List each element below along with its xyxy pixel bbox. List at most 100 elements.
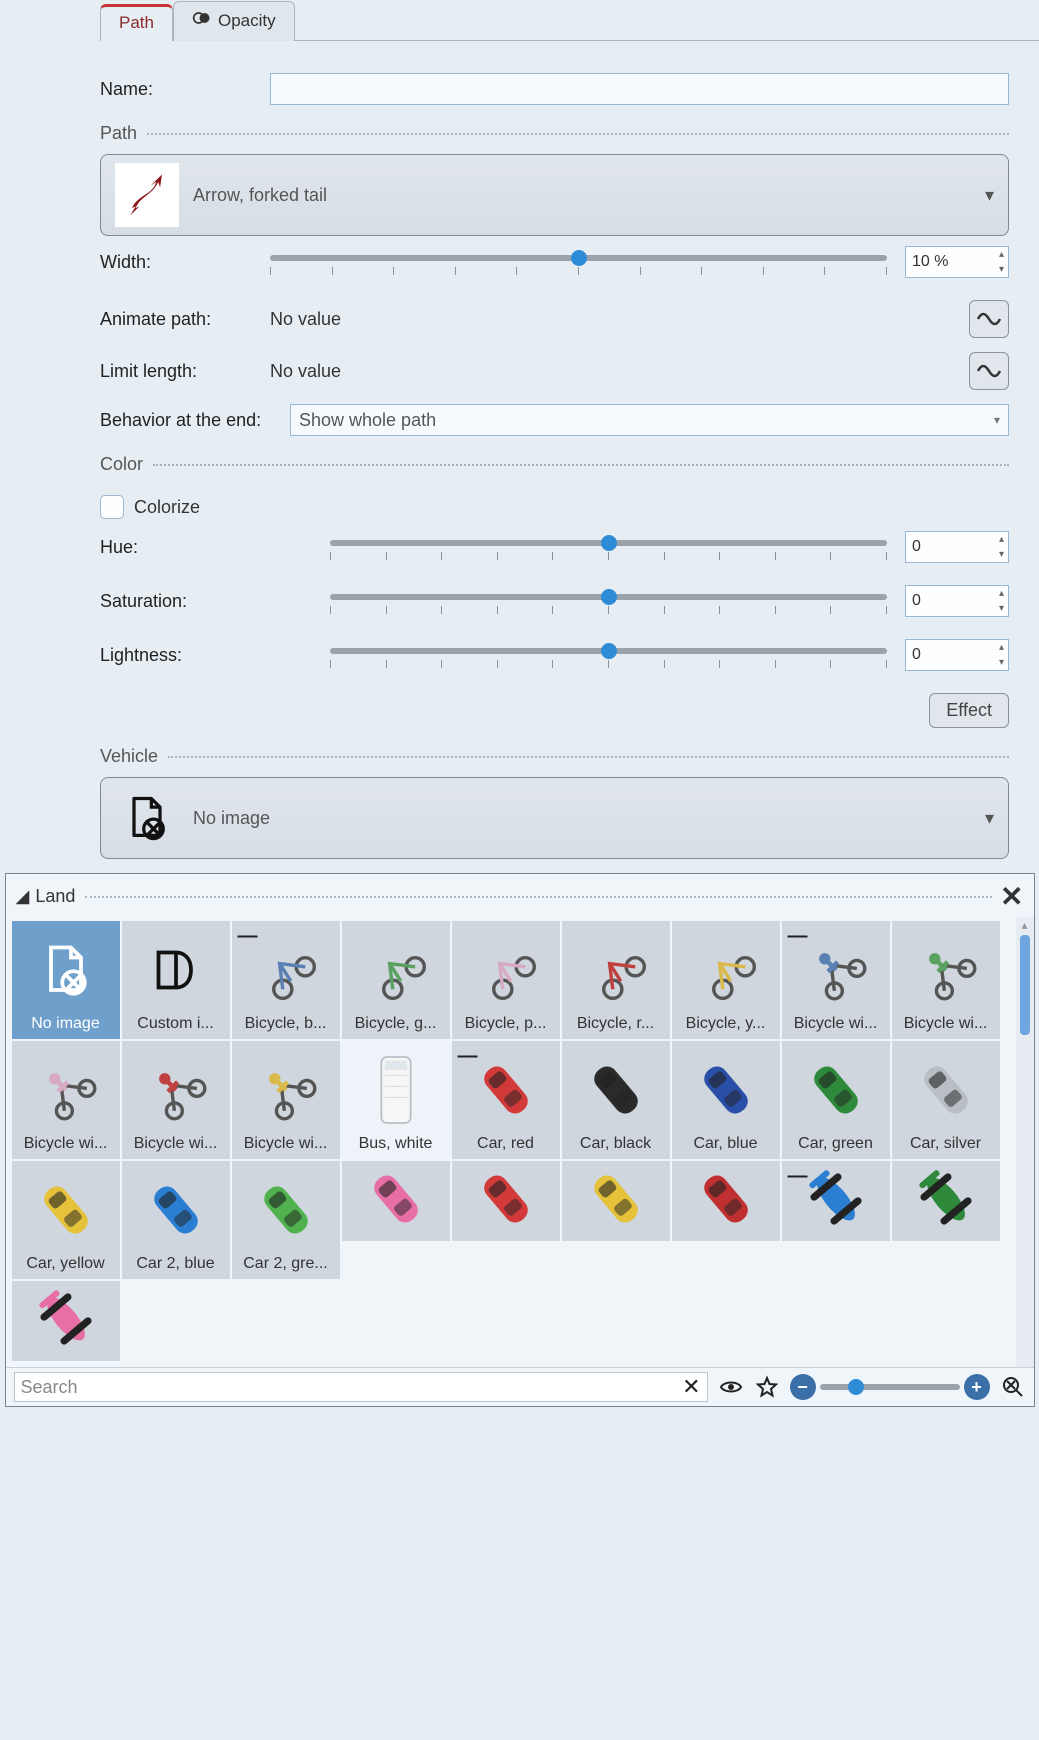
scrollbar[interactable]: ▴ [1016, 917, 1034, 1367]
width-slider[interactable] [270, 247, 887, 277]
item-label: Bicycle, p... [456, 1015, 556, 1033]
close-icon[interactable]: ✕ [1000, 880, 1023, 913]
limit-curve-button[interactable] [969, 352, 1009, 390]
item-label: Car 2, gre... [236, 1255, 336, 1273]
grid-item[interactable] [342, 1161, 450, 1241]
grid-item[interactable]: Bicycle wi... [892, 921, 1000, 1039]
item-label: Car, red [456, 1135, 556, 1153]
hue-slider[interactable] [330, 532, 887, 562]
item-label: Car 2, blue [126, 1255, 226, 1273]
grid-item[interactable]: Car 2, gre... [232, 1161, 340, 1279]
grid-item[interactable]: Car, silver [892, 1041, 1000, 1159]
item-label: Bicycle wi... [236, 1135, 336, 1153]
item-icon [896, 1045, 996, 1135]
item-label: Bicycle, y... [676, 1015, 776, 1033]
tab-opacity[interactable]: Opacity [173, 1, 295, 41]
item-label: Car, green [786, 1135, 886, 1153]
spin-up-icon[interactable]: ▴ [999, 249, 1004, 260]
grid-item[interactable] [892, 1161, 1000, 1241]
grid-item[interactable]: Car, blue [672, 1041, 780, 1159]
width-value: 10 % [912, 253, 948, 271]
grid-item[interactable]: Bicycle wi... [12, 1041, 120, 1159]
limit-value: No value [270, 361, 969, 382]
vehicle-select[interactable]: No image ▾ [100, 777, 1009, 859]
item-icon [16, 925, 116, 1015]
zoom-out-button[interactable]: − [790, 1374, 816, 1400]
grid-item[interactable]: — Car, red [452, 1041, 560, 1159]
item-icon [456, 925, 556, 1015]
zoom-in-button[interactable]: + [964, 1374, 990, 1400]
item-label: Car, blue [676, 1135, 776, 1153]
sat-slider[interactable] [330, 586, 887, 616]
item-label: Custom i... [126, 1015, 226, 1033]
sat-spinbox[interactable]: 0 ▴▾ [905, 585, 1009, 617]
zoom-control: − + [790, 1374, 990, 1400]
grid-item[interactable]: Bicycle wi... [232, 1041, 340, 1159]
light-slider[interactable] [330, 640, 887, 670]
grid-item[interactable]: — [782, 1161, 890, 1241]
grid-item[interactable]: —Bicycle, b... [232, 921, 340, 1039]
item-icon [126, 1165, 226, 1255]
grid-item[interactable] [672, 1161, 780, 1241]
grid-item[interactable] [562, 1161, 670, 1241]
search-placeholder: Search [21, 1377, 78, 1398]
section-path-title: Path [100, 123, 137, 144]
clear-search-icon[interactable]: ✕ [682, 1374, 700, 1400]
sat-value: 0 [912, 592, 921, 610]
animate-curve-button[interactable] [969, 300, 1009, 338]
grid-item[interactable]: Car, green [782, 1041, 890, 1159]
effect-button[interactable]: Effect [929, 693, 1009, 728]
animate-value: No value [270, 309, 969, 330]
grid-item[interactable]: Car 2, blue [122, 1161, 230, 1279]
expand-icon[interactable]: ◢ [16, 886, 30, 907]
grid-item[interactable]: —Bicycle wi... [782, 921, 890, 1039]
grid-item[interactable]: Bicycle, g... [342, 921, 450, 1039]
eye-icon[interactable] [718, 1374, 744, 1400]
item-icon [896, 1163, 996, 1235]
item-icon [236, 1165, 336, 1255]
star-icon[interactable] [754, 1374, 780, 1400]
item-icon [566, 1163, 666, 1235]
section-color-title: Color [100, 454, 143, 475]
grid-item[interactable] [12, 1281, 120, 1361]
item-icon [566, 925, 666, 1015]
item-icon [566, 1045, 666, 1135]
search-input[interactable]: Search ✕ [14, 1372, 708, 1402]
width-spinbox[interactable]: 10 % ▴ ▾ [905, 246, 1009, 278]
grid-item[interactable]: Bicycle, p... [452, 921, 560, 1039]
name-input[interactable] [270, 73, 1009, 105]
zoom-reset-icon[interactable] [1000, 1374, 1026, 1400]
grid-item[interactable]: Bicycle wi... [122, 1041, 230, 1159]
item-label: Bus, white [346, 1135, 446, 1153]
chevron-down-icon: ▾ [994, 413, 1000, 427]
colorize-checkbox[interactable] [100, 495, 124, 519]
grid-item[interactable]: Bus, white [342, 1041, 450, 1159]
minus-icon: — [458, 1045, 478, 1068]
item-icon [346, 1163, 446, 1235]
light-value: 0 [912, 646, 921, 664]
grid-item[interactable]: Bicycle, y... [672, 921, 780, 1039]
item-label: Bicycle wi... [126, 1135, 226, 1153]
zoom-slider[interactable] [820, 1384, 960, 1390]
hue-spinbox[interactable]: 0 ▴▾ [905, 531, 1009, 563]
grid-item[interactable]: Car, yellow [12, 1161, 120, 1279]
scroll-up-icon[interactable]: ▴ [1016, 917, 1034, 933]
item-icon [16, 1283, 116, 1355]
tab-path[interactable]: Path [100, 4, 173, 41]
grid-item[interactable]: Custom i... [122, 921, 230, 1039]
path-style-select[interactable]: Arrow, forked tail ▾ [100, 154, 1009, 236]
item-label: Bicycle, r... [566, 1015, 666, 1033]
minus-icon: — [238, 925, 258, 948]
grid-item[interactable]: Bicycle, r... [562, 921, 670, 1039]
grid-item[interactable] [452, 1161, 560, 1241]
behavior-select[interactable]: Show whole path ▾ [290, 404, 1009, 436]
item-icon [786, 1045, 886, 1135]
light-spinbox[interactable]: 0 ▴▾ [905, 639, 1009, 671]
grid-item[interactable]: Car, black [562, 1041, 670, 1159]
item-icon [346, 925, 446, 1015]
vehicle-picker-popup: ◢ Land ✕ No imageCustom i...—Bicycle, b.… [5, 873, 1035, 1407]
spin-down-icon[interactable]: ▾ [999, 264, 1004, 275]
item-label: Bicycle wi... [786, 1015, 886, 1033]
grid-item[interactable]: No image [12, 921, 120, 1039]
item-icon [676, 1045, 776, 1135]
